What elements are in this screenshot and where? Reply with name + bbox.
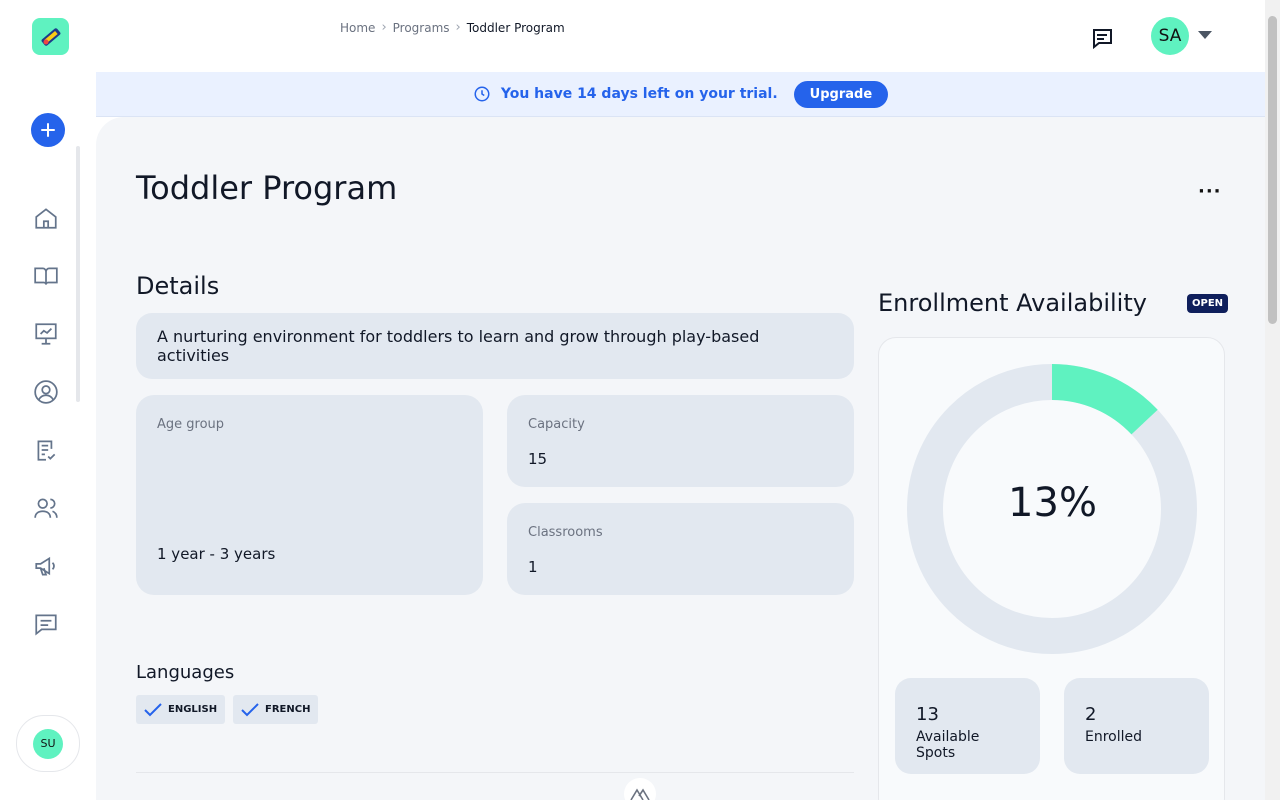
- chevron-right-icon: ›: [381, 20, 387, 35]
- language-french: FRENCH: [265, 704, 311, 715]
- sidebar-item-tasks[interactable]: [30, 434, 62, 466]
- sidebar-item-announcements[interactable]: [30, 550, 62, 582]
- main-content: Toddler Program ··· Details A nurturing …: [96, 117, 1265, 800]
- enrollment-percentage: 13%: [1008, 480, 1097, 526]
- languages-heading: Languages: [136, 662, 235, 683]
- sidebar-item-home[interactable]: [30, 202, 62, 234]
- breadcrumb-programs[interactable]: Programs: [393, 21, 450, 35]
- sidebar: SU: [0, 0, 96, 800]
- sidebar-user-button[interactable]: SU: [16, 715, 80, 772]
- age-group-value: 1 year - 3 years: [157, 545, 276, 563]
- page-title: Toddler Program: [136, 169, 398, 207]
- donut-filled-segment: [1052, 364, 1158, 435]
- breadcrumb: Home › Programs › Toddler Program: [340, 20, 565, 35]
- page-scrollbar[interactable]: [1265, 0, 1280, 800]
- book-icon: [34, 267, 58, 285]
- user-circle-icon: [34, 380, 58, 404]
- add-button[interactable]: [31, 113, 65, 147]
- presentation-icon: [35, 323, 57, 345]
- program-description: A nurturing environment for toddlers to …: [136, 313, 854, 379]
- status-badge: OPEN: [1187, 294, 1229, 313]
- checklist-icon: [37, 440, 56, 461]
- chat-button[interactable]: [1088, 24, 1116, 52]
- more-options-icon[interactable]: ···: [1198, 181, 1222, 202]
- capacity-label: Capacity: [528, 417, 585, 432]
- check-icon: [144, 702, 162, 716]
- scrollbar-thumb[interactable]: [1268, 16, 1277, 324]
- clock-icon: [474, 86, 490, 102]
- upgrade-button[interactable]: Upgrade: [793, 80, 889, 108]
- language-english: ENGLISH: [168, 704, 218, 715]
- classrooms-card: Classrooms 1: [507, 503, 854, 595]
- enrolled-card: 2 Enrolled: [1064, 678, 1209, 774]
- sidebar-avatar: SU: [33, 728, 63, 759]
- available-spots-value: 13: [916, 704, 939, 725]
- chevron-right-icon: ›: [455, 20, 461, 35]
- enrollment-heading: Enrollment Availability: [878, 289, 1147, 317]
- pencil-logo-icon: [41, 27, 60, 46]
- chevron-down-icon[interactable]: [1198, 31, 1212, 39]
- age-group-label: Age group: [157, 417, 225, 432]
- sidebar-item-messages[interactable]: [30, 608, 62, 640]
- sidebar-item-profile[interactable]: [30, 376, 62, 408]
- chat-icon: [1093, 29, 1112, 50]
- language-chip-english: ENGLISH: [136, 695, 226, 724]
- home-icon: [35, 208, 57, 229]
- available-spots-label: Available Spots: [916, 729, 980, 761]
- user-avatar[interactable]: SA: [1151, 17, 1189, 55]
- check-icon: [241, 702, 259, 716]
- sidebar-scrollbar[interactable]: [76, 146, 80, 402]
- trial-message: You have 14 days left on your trial.: [500, 86, 778, 102]
- classrooms-label: Classrooms: [528, 525, 603, 540]
- plus-icon: [41, 123, 55, 137]
- sidebar-item-people[interactable]: [30, 492, 62, 524]
- enrollment-card: 13% 13 Available Spots 2 Enrolled: [878, 337, 1225, 800]
- classrooms-value: 1: [528, 558, 538, 576]
- app-logo[interactable]: [32, 18, 69, 55]
- details-heading: Details: [136, 272, 220, 300]
- message-icon: [35, 614, 57, 636]
- people-icon: [34, 498, 58, 518]
- sidebar-item-programs[interactable]: [30, 260, 62, 292]
- breadcrumb-home[interactable]: Home: [340, 21, 375, 35]
- mountain-logo-icon: [624, 778, 656, 800]
- capacity-value: 15: [528, 450, 548, 468]
- megaphone-icon: [35, 556, 55, 576]
- section-divider: [136, 772, 854, 773]
- available-spots-card: 13 Available Spots: [895, 678, 1040, 774]
- capacity-card: Capacity 15: [507, 395, 854, 487]
- enrolled-label: Enrolled: [1085, 729, 1143, 745]
- trial-banner: You have 14 days left on your trial. Upg…: [96, 72, 1265, 117]
- age-group-card: Age group 1 year - 3 years: [136, 395, 483, 595]
- sidebar-item-reports[interactable]: [30, 318, 62, 350]
- enrolled-value: 2: [1085, 704, 1097, 725]
- breadcrumb-current: Toddler Program: [466, 20, 565, 35]
- language-chip-french: FRENCH: [233, 695, 319, 724]
